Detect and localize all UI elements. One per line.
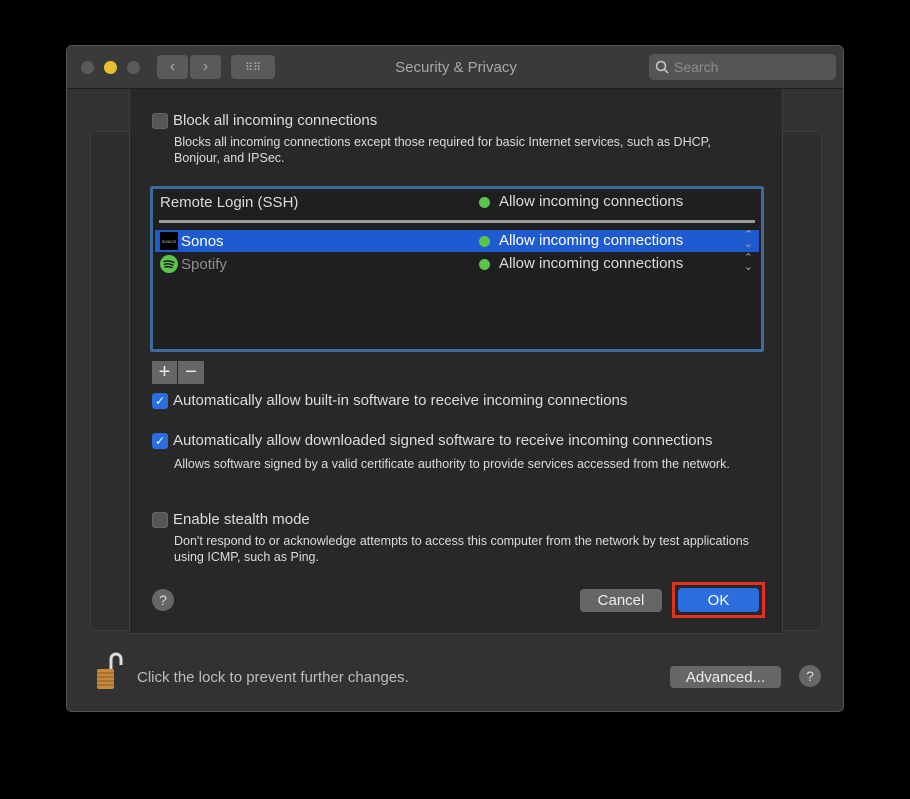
stealth-mode-checkbox[interactable] xyxy=(152,512,168,528)
status-stepper-icon[interactable]: ⌃ ⌄ xyxy=(744,230,753,250)
list-header-row[interactable]: Remote Login (SSH) Allow incoming connec… xyxy=(160,191,764,213)
list-item[interactable]: SONOS Sonos Allow incoming connections ⌃… xyxy=(155,230,759,252)
row-name: Remote Login (SSH) xyxy=(160,193,299,211)
help-button[interactable]: ? xyxy=(152,589,174,611)
divider xyxy=(159,220,755,223)
search-input[interactable]: Search xyxy=(649,54,836,80)
lock-message: Click the lock to prevent further change… xyxy=(137,669,409,686)
footer-help-button[interactable]: ? xyxy=(799,665,821,687)
block-all-label: Block all incoming connections xyxy=(173,112,378,129)
status-dot xyxy=(479,236,490,247)
row-status: Allow incoming connections xyxy=(499,255,684,272)
list-item[interactable]: Spotify Allow incoming connections ⌃ ⌄ xyxy=(155,253,759,275)
cancel-button[interactable]: Cancel xyxy=(580,589,662,612)
search-placeholder: Search xyxy=(674,59,719,75)
security-privacy-window: ‹ › ⠿⠿ Security & Privacy Search Block a… xyxy=(66,45,844,712)
stealth-mode-label: Enable stealth mode xyxy=(173,511,310,528)
search-icon xyxy=(655,60,669,74)
firewall-options-sheet: Block all incoming connections Blocks al… xyxy=(129,89,783,634)
auto-builtin-label: Automatically allow built-in software to… xyxy=(173,392,628,409)
title-bar: ‹ › ⠿⠿ Security & Privacy Search xyxy=(67,46,843,89)
ok-button[interactable]: OK xyxy=(678,588,759,612)
auto-signed-label: Automatically allow downloaded signed so… xyxy=(173,432,713,449)
row-name: Sonos xyxy=(181,232,224,250)
add-app-button[interactable]: + xyxy=(152,361,177,384)
auto-signed-checkbox[interactable]: ✓ xyxy=(152,433,168,449)
checkmark-icon: ✓ xyxy=(154,394,166,408)
block-all-description: Blocks all incoming connections except t… xyxy=(174,135,711,165)
status-stepper-icon[interactable]: ⌃ ⌄ xyxy=(744,253,753,273)
auto-builtin-checkbox[interactable]: ✓ xyxy=(152,393,168,409)
row-name: Spotify xyxy=(181,255,227,273)
remove-app-button[interactable]: − xyxy=(178,361,204,384)
stealth-mode-description: Don't respond to or acknowledge attempts… xyxy=(174,534,749,564)
status-dot xyxy=(479,197,490,208)
block-all-checkbox[interactable] xyxy=(152,113,168,129)
unlocked-lock-icon[interactable] xyxy=(95,652,125,690)
row-status: Allow incoming connections xyxy=(499,193,684,210)
sonos-icon: SONOS xyxy=(160,232,178,250)
row-status: Allow incoming connections xyxy=(499,232,684,249)
checkmark-icon: ✓ xyxy=(154,434,166,448)
auto-signed-description: Allows software signed by a valid certif… xyxy=(174,457,730,471)
app-connections-list[interactable]: Remote Login (SSH) Allow incoming connec… xyxy=(150,186,764,352)
advanced-button[interactable]: Advanced... xyxy=(670,666,781,688)
status-dot xyxy=(479,259,490,270)
spotify-icon xyxy=(160,255,178,273)
